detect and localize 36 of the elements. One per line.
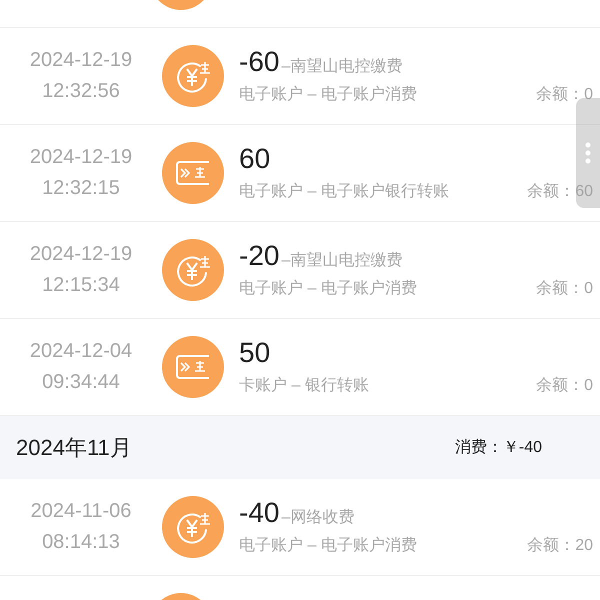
yen-coin-icon [162, 496, 224, 558]
balance-label: 余额：0 [536, 376, 593, 396]
amount: -20 [239, 239, 280, 273]
balance-label: 余额：0 [536, 278, 593, 299]
amount: -60 [239, 45, 280, 79]
yen-coin-icon [162, 239, 224, 301]
record-date: 2024-12-19 [30, 242, 132, 267]
record-date: 2024-11-06 [30, 499, 132, 524]
payee-label: –网络收费 [281, 508, 354, 528]
record-time: 12:32:15 [42, 176, 120, 201]
month-summary: 消费：￥-40 [454, 438, 542, 458]
account-label: 电子账户 – 电子账户银行转账 [239, 182, 449, 202]
side-handle[interactable] [576, 98, 600, 208]
record-date: 2024-12-19 [30, 48, 132, 73]
balance-label: 余额：0 [536, 84, 593, 105]
account-label: 电子账户 – 电子账户消费 [239, 84, 417, 105]
amount: -40 [239, 496, 280, 530]
month-title: 2024年11月 [16, 434, 132, 462]
more-icon [585, 142, 591, 164]
record-time: 09:34:44 [42, 370, 120, 395]
yen-coin-icon [162, 45, 224, 107]
amount: 50 [239, 336, 270, 370]
record-date: 2024-12-19 [30, 145, 132, 170]
record-date: 2024-12-04 [30, 339, 132, 364]
card-transfer-icon [162, 142, 224, 204]
record-time: 12:15:34 [42, 273, 120, 298]
amount: 60 [239, 142, 270, 176]
payee-label: –南望山电控缴费 [281, 56, 402, 77]
payee-label: –南望山电控缴费 [281, 250, 402, 271]
balance-label: 余额：20 [527, 536, 593, 556]
account-label: 电子账户 – 电子账户消费 [239, 278, 417, 299]
record-time: 12:32:56 [42, 79, 120, 104]
account-label: 电子账户 – 电子账户消费 [239, 536, 417, 556]
card-transfer-icon [162, 336, 224, 398]
record-time: 08:14:13 [42, 530, 120, 555]
account-label: 卡账户 – 银行转账 [239, 376, 369, 396]
